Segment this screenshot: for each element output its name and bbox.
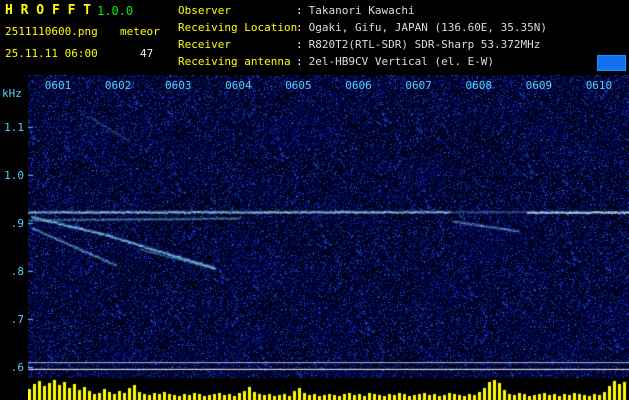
station-row-observer: Observer: Takanori Kawachi	[178, 2, 547, 19]
colon-separator: :	[296, 38, 303, 51]
x-tick-label: 0610	[585, 79, 613, 92]
program-info: H R O F F T 1.0.0 2511110600.png meteor …	[0, 0, 178, 75]
station-label: Receiving antenna	[178, 55, 291, 68]
station-row-location: Receiving Location: Ogaki, Gifu, JAPAN (1…	[178, 19, 547, 36]
mode-label: meteor	[120, 25, 160, 38]
x-tick-label: 0608	[465, 79, 493, 92]
station-row-receiver: Receiver: R820T2(RTL-SDR) SDR-Sharp 53.37…	[178, 36, 547, 53]
station-label: Receiver	[178, 38, 231, 51]
activity-canvas	[28, 378, 629, 400]
colon-separator: :	[296, 4, 303, 17]
x-tick-label: 0605	[285, 79, 312, 92]
station-value: R820T2(RTL-SDR) SDR-Sharp 53.372MHz	[308, 38, 541, 51]
signal-indicator	[597, 55, 626, 71]
y-tick-label: .6	[10, 360, 24, 374]
program-title: H R O F F T	[5, 3, 92, 18]
x-tick-label: 0603	[165, 79, 192, 92]
spectrogram-canvas	[28, 75, 629, 378]
x-tick-label: 0609	[525, 79, 553, 92]
y-tick-label: .7	[10, 312, 24, 326]
program-version: 1.0.0	[97, 4, 134, 18]
header: H R O F F T 1.0.0 2511110600.png meteor …	[0, 0, 629, 75]
station-label: Observer	[178, 4, 231, 17]
spectrogram: kHz 0601 0602 0603 0604 0605 0606 0607 0608 0609…	[0, 75, 629, 378]
y-tick-label: .8	[10, 264, 24, 278]
echo-count: 47	[140, 47, 154, 60]
colon-separator: :	[296, 55, 303, 68]
station-label: Receiving Location	[178, 21, 298, 34]
x-tick-label: 0606	[345, 79, 372, 92]
y-tick-label: .9	[10, 216, 24, 230]
y-tick-label: 1.0	[4, 168, 24, 182]
x-tick-label: 0601	[44, 79, 72, 92]
station-row-antenna: Receiving antenna:2el-HB9CV Vertical (el…	[178, 53, 547, 70]
station-value: Takanori Kawachi	[308, 4, 415, 17]
station-value: 2el-HB9CV Vertical (el. E-W)	[308, 55, 495, 68]
station-info: Observer: Takanori Kawachi Receiving Loca…	[178, 2, 547, 70]
datetime-label: 25.11.11 06:00	[5, 47, 98, 60]
activity-graph	[0, 378, 629, 400]
x-tick-label: 0604	[225, 79, 252, 92]
station-value: Ogaki, Gifu, JAPAN (136.60E, 35.35N)	[308, 21, 548, 34]
colon-separator: :	[296, 21, 303, 34]
output-filename: 2511110600.png	[5, 25, 98, 38]
y-tick-label: 1.1	[4, 120, 24, 134]
x-tick-label: 0607	[405, 79, 432, 92]
y-axis-unit-label: kHz	[2, 87, 22, 100]
hrofft-screen: H R O F F T 1.0.0 2511110600.png meteor …	[0, 0, 629, 400]
x-tick-label: 0602	[104, 79, 132, 92]
